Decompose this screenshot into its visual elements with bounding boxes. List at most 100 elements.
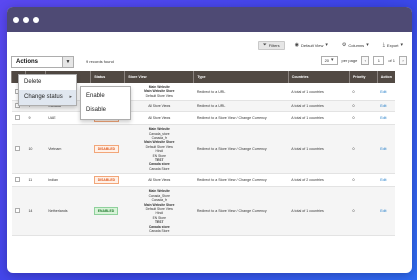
per-page-select[interactable]: 20 ▾ <box>320 56 338 65</box>
status-badge: DISABLED <box>93 176 120 185</box>
status-cell: ENABLED <box>90 186 125 237</box>
header-status[interactable]: Status <box>90 71 125 83</box>
submenu-item-enable[interactable]: Enable <box>81 89 130 103</box>
header-type[interactable]: Type <box>193 71 289 83</box>
row-checkbox[interactable] <box>14 146 20 152</box>
countries-cell: A total of 1 countries <box>288 83 350 102</box>
submenu-item-label: Disable <box>86 107 107 113</box>
menu-item-label: Change status <box>24 94 63 100</box>
view-selector[interactable]: ◉ Default View ▾ <box>291 41 332 50</box>
per-page-label: per page <box>341 58 358 63</box>
window-dot-3[interactable] <box>33 16 39 23</box>
eye-icon: ◉ <box>294 42 299 48</box>
chevron-down-icon: ▾ <box>325 42 328 48</box>
menu-item-change-status[interactable]: Change status ▸ <box>19 90 76 105</box>
filter-icon: ⏷ <box>262 42 267 48</box>
row-checkbox[interactable] <box>14 208 20 214</box>
edit-link[interactable]: Edit <box>380 116 386 120</box>
priority-cell: 0 <box>349 111 378 126</box>
per-page-value: 20 <box>324 58 330 63</box>
edit-link[interactable]: Edit <box>380 147 386 151</box>
actions-select[interactable]: Actions ▼ <box>11 56 74 68</box>
page-count: of 1 <box>388 58 395 63</box>
priority-cell: 0 <box>349 124 378 175</box>
window-dot-2[interactable] <box>23 16 29 23</box>
table-row: 14 Netherlands ENABLED Main Website Canada_S… <box>11 186 395 237</box>
store-view-entry: All Store Views <box>148 104 171 109</box>
page-input[interactable]: 1 <box>373 56 385 65</box>
type-cell: Redirect to a Store View / Change Curren… <box>193 124 289 175</box>
filters-label: Filters <box>268 43 280 48</box>
row-select-cell <box>11 173 26 188</box>
status-cell: DISABLED <box>90 124 125 175</box>
edit-link[interactable]: Edit <box>380 104 386 108</box>
gear-icon: ⚙ <box>341 42 347 48</box>
chevron-down-icon: ▼ <box>62 57 73 67</box>
header-action: Action <box>376 71 395 83</box>
row-select-cell <box>11 111 26 126</box>
action-cell: Edit <box>377 124 395 175</box>
type-cell: Redirect to a Store View / Change Curren… <box>193 111 289 126</box>
submenu-item-disable[interactable]: Disable <box>81 103 130 117</box>
menu-item-delete[interactable]: Delete <box>19 75 76 90</box>
columns-label: Columns <box>348 43 365 48</box>
next-page-button[interactable]: › <box>399 56 407 65</box>
actions-row: Actions ▼ 9 records found 20 ▾ per page … <box>11 56 407 68</box>
chevron-down-icon: ▾ <box>331 57 334 63</box>
name-cell: Vietnam <box>45 124 91 175</box>
status-cell: DISABLED <box>90 173 125 188</box>
store-view-entry: All Store Views <box>148 178 171 183</box>
window-dot-1[interactable] <box>13 16 19 23</box>
action-cell: Edit <box>377 186 395 237</box>
priority-cell: 0 <box>349 173 378 188</box>
export-label: Export <box>386 43 399 48</box>
type-cell: Redirect to a URL <box>193 83 289 102</box>
priority-cell: 0 <box>349 83 378 102</box>
table-row: 9UAEDISABLEDAll Store ViewsRedirect to a… <box>11 111 395 126</box>
records-found: 9 records found <box>86 59 114 64</box>
status-badge: ENABLED <box>93 207 119 216</box>
edit-link[interactable]: Edit <box>380 178 386 182</box>
header-countries[interactable]: Countries <box>287 71 350 83</box>
store-view-entry: Canada Store <box>149 228 170 233</box>
view-label: Default View <box>301 43 324 48</box>
header-store-view[interactable]: Store View <box>124 71 194 83</box>
chevron-down-icon: ▾ <box>400 42 403 48</box>
row-checkbox[interactable] <box>14 115 20 121</box>
actions-label: Actions <box>16 59 39 65</box>
countries-cell: A total of 1 countries <box>288 124 350 175</box>
table-row: 11 Indian DISABLED All Store Views Redirect … <box>11 173 395 188</box>
store-view-entry: Canada Store <box>149 166 170 171</box>
status-badge: DISABLED <box>93 145 120 154</box>
store-view-cell: All Store Views <box>124 173 194 188</box>
action-cell: Edit <box>377 83 395 102</box>
store-view-entry: Default Store View <box>145 93 173 98</box>
id-cell: 14 <box>25 186 46 237</box>
store-view-entry: All Store Views <box>148 116 171 121</box>
edit-link[interactable]: Edit <box>380 90 386 94</box>
table-row: 10 Vietnam DISABLED Main Website Canada_stor… <box>11 124 395 175</box>
chevron-right-icon: ▸ <box>69 94 72 100</box>
id-cell: 9 <box>25 111 46 126</box>
menu-item-label: Delete <box>24 79 42 85</box>
countries-cell: A total of 1 countries <box>288 186 350 237</box>
id-cell: 11 <box>25 173 46 188</box>
store-view-cell: All Store Views <box>124 100 194 113</box>
edit-link[interactable]: Edit <box>380 209 386 213</box>
action-cell: Edit <box>377 173 395 188</box>
countries-cell: A total of 2 countries <box>288 173 350 188</box>
columns-button[interactable]: ⚙ Columns ▾ <box>338 41 373 50</box>
row-select-cell <box>11 124 26 175</box>
export-button[interactable]: ⤓ Export ▾ <box>379 41 407 50</box>
type-cell: Redirect to a Store View / Change Curren… <box>193 173 289 188</box>
filters-button[interactable]: ⏷ Filters <box>257 41 285 50</box>
action-cell: Edit <box>377 111 395 126</box>
priority-cell: 0 <box>349 100 378 113</box>
header-priority[interactable]: Priority <box>348 71 378 83</box>
row-select-cell <box>11 186 26 237</box>
submenu-item-label: Enable <box>86 93 105 99</box>
countries-cell: A total of 1 countries <box>288 100 350 113</box>
row-checkbox[interactable] <box>14 177 20 183</box>
pager: 20 ▾ per page ‹ 1 of 1 › <box>320 56 407 65</box>
prev-page-button[interactable]: ‹ <box>361 56 370 65</box>
